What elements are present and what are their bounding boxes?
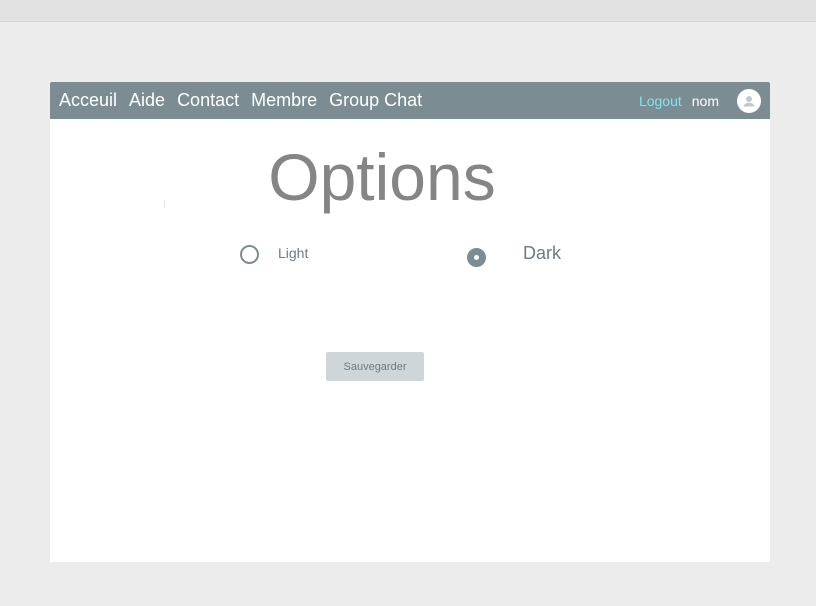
username-label: nom	[691, 92, 719, 109]
save-button[interactable]: Sauvegarder	[326, 352, 424, 381]
nav-link-contact[interactable]: Contact	[177, 90, 239, 111]
nav-link-acceuil[interactable]: Acceuil	[59, 90, 117, 111]
theme-option-light[interactable]: Light	[240, 245, 308, 264]
user-icon	[743, 95, 755, 106]
dark-radio[interactable]	[467, 248, 486, 267]
nav-link-membre[interactable]: Membre	[251, 90, 317, 111]
app-window: Acceuil Aide Contact Membre Group Chat L…	[50, 82, 770, 562]
nav-link-group-chat[interactable]: Group Chat	[329, 90, 422, 111]
theme-option-dark[interactable]: Dark	[467, 243, 561, 268]
page-title: Options	[268, 140, 496, 214]
nav-links: Acceuil Aide Contact Membre Group Chat	[59, 82, 434, 119]
avatar[interactable]	[737, 88, 761, 113]
light-radio[interactable]	[240, 245, 259, 264]
logout-link[interactable]: Logout	[639, 93, 682, 109]
browser-top-strip	[0, 0, 816, 22]
light-label: Light	[278, 244, 309, 261]
dark-label: Dark	[523, 243, 562, 263]
divider-mark	[164, 200, 165, 208]
nav-user-area: Logout nom	[639, 82, 761, 119]
nav-link-aide[interactable]: Aide	[129, 90, 165, 111]
navbar: Acceuil Aide Contact Membre Group Chat L…	[50, 82, 770, 119]
